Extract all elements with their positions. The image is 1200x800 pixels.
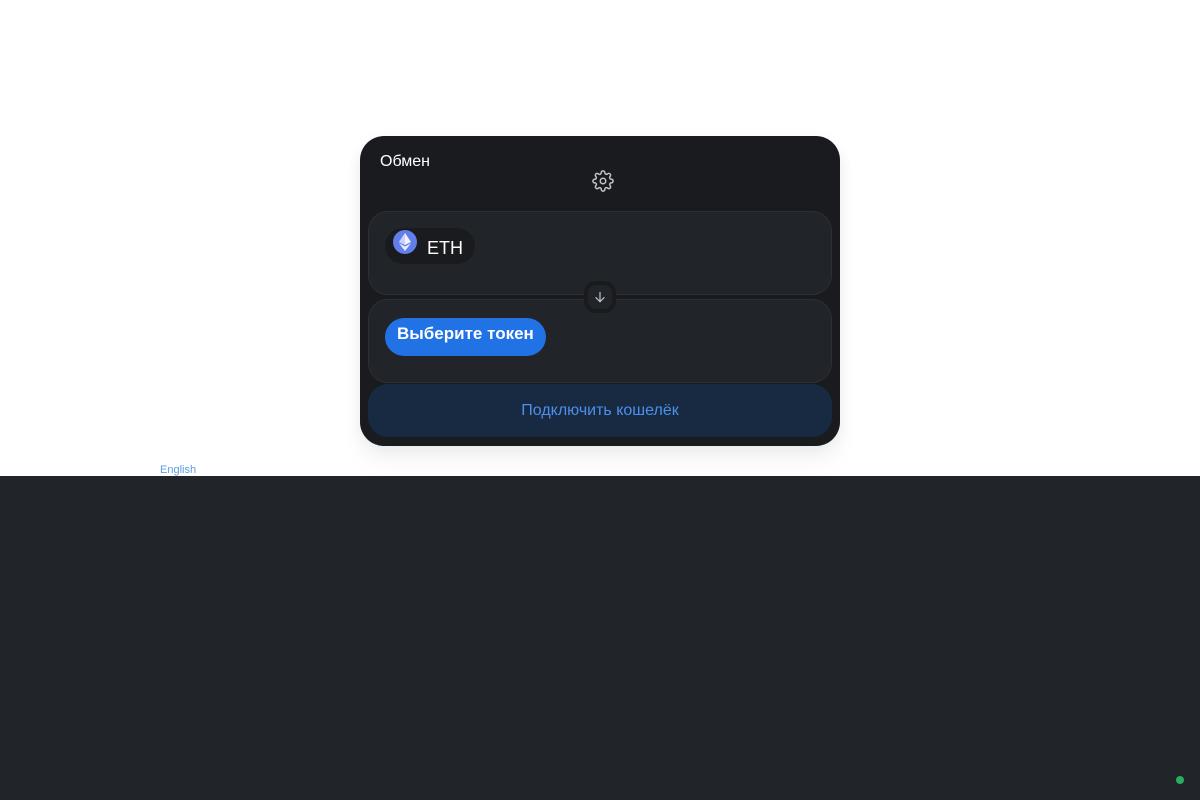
ethereum-diamond (399, 233, 411, 251)
input-token-selector[interactable]: ETH (385, 228, 475, 264)
ethereum-logo-icon (393, 230, 417, 254)
language-link-english[interactable]: English (160, 463, 196, 477)
gear-icon (592, 170, 614, 192)
arrow-down-icon (595, 291, 605, 303)
select-token-button[interactable]: Выберите токен (385, 318, 546, 356)
input-token-symbol: ETH (427, 237, 463, 258)
swap-card: Обмен ETH Выберите токен Подключить коше… (360, 136, 840, 446)
page-background-bottom (0, 476, 1200, 800)
connect-wallet-button[interactable]: Подключить кошелёк (368, 384, 832, 437)
settings-button[interactable] (592, 170, 614, 192)
swap-title: Обмен (380, 153, 430, 170)
switch-tokens-button[interactable] (584, 281, 616, 313)
status-indicator (1176, 776, 1184, 784)
